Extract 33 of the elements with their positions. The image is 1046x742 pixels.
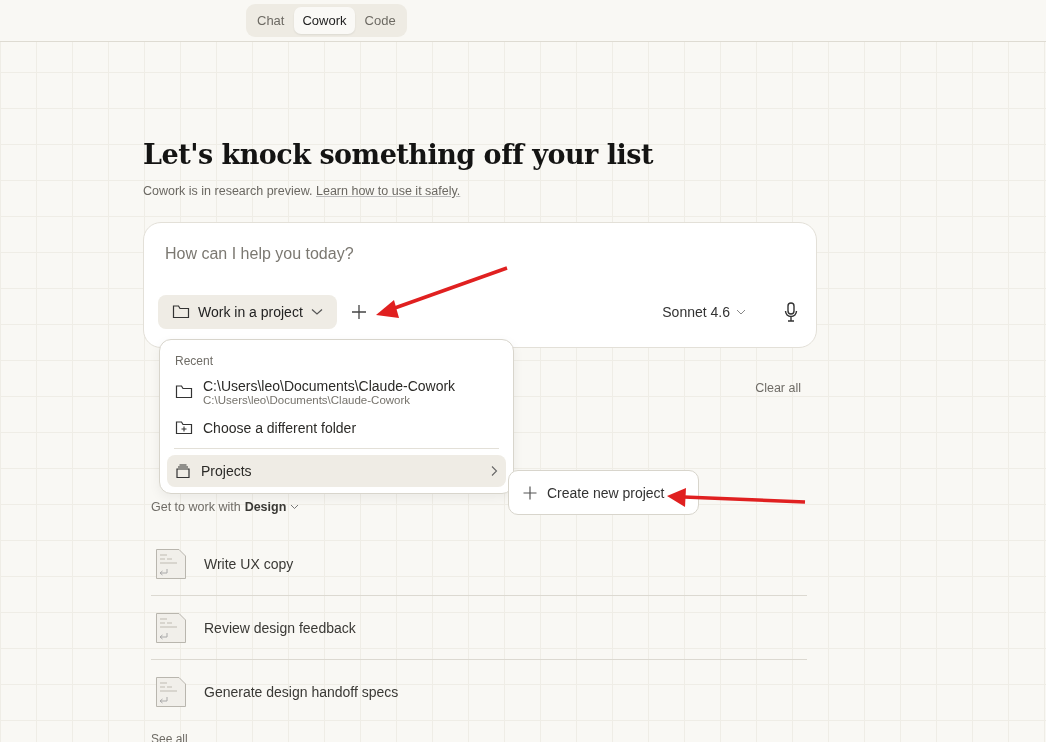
folder-icon [175, 384, 193, 400]
document-icon [155, 676, 187, 708]
plus-icon [523, 485, 537, 500]
recent-folder-item[interactable]: C:\Users\leo\Documents\Claude-Cowork C:\Users\leo\Documents\Claude-Cowork [167, 374, 506, 410]
suggestion-item[interactable]: Write UX copy [151, 532, 807, 596]
prompt-field[interactable]: How can I help you today? [158, 245, 816, 263]
choose-folder-item[interactable]: Choose a different folder [167, 416, 506, 440]
folder-plus-icon [175, 420, 193, 436]
chevron-down-icon [736, 309, 746, 315]
safety-link[interactable]: Learn how to use it safely. [316, 184, 461, 198]
chevron-down-icon [310, 308, 323, 316]
projects-item[interactable]: Projects [167, 455, 506, 487]
mode-tab[interactable]: Code [356, 7, 404, 34]
document-icon [155, 611, 187, 644]
mode-tab[interactable]: Chat [249, 7, 293, 34]
create-project-item[interactable]: Create new project [508, 470, 699, 515]
chevron-icon [490, 465, 498, 477]
suggestion-item[interactable]: Generate design handoff specs [151, 660, 807, 724]
folder-icon [172, 304, 190, 320]
clear-all-button[interactable]: Clear all [749, 380, 807, 396]
project-button[interactable]: Work in a project [158, 295, 337, 329]
stack-icon [175, 463, 191, 479]
menu-section-label: Recent [174, 353, 215, 370]
model-selector[interactable]: Sonnet 4.6 [656, 303, 752, 321]
mode-tab[interactable]: Cowork [294, 7, 355, 34]
topic-selector[interactable]: Get to work with Design [151, 500, 300, 514]
chevron-down-icon [290, 504, 300, 510]
microphone-icon [784, 302, 798, 322]
preview-notice: Cowork is in research preview. Learn how to use it safely. [143, 184, 462, 198]
plus-icon [350, 304, 367, 320]
document-icon [155, 547, 187, 580]
page-heading: Let's knock something off your list [143, 139, 655, 170]
suggestion-item[interactable]: Review design feedback [151, 596, 807, 660]
